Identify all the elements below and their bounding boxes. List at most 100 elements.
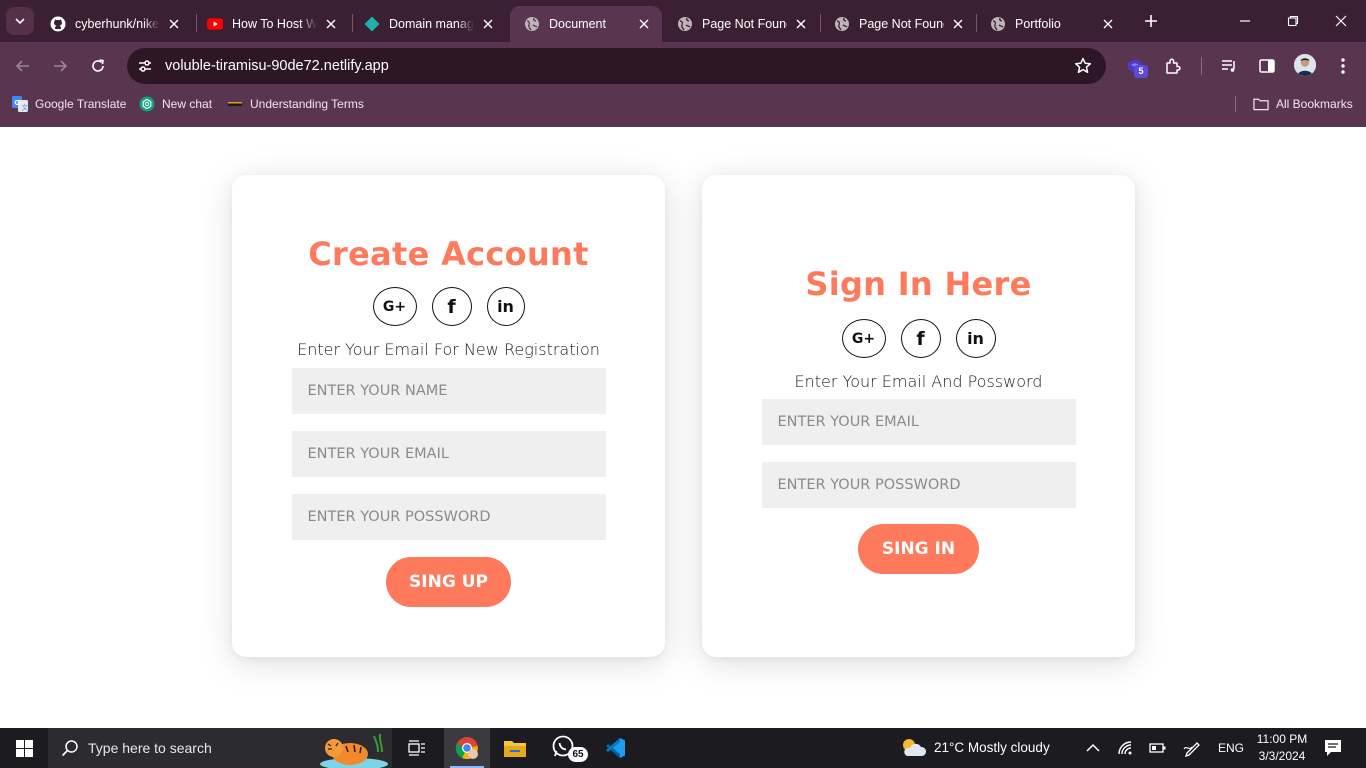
globe-icon <box>524 16 540 32</box>
extension-badge: 5 <box>1134 65 1148 78</box>
google-plus-button[interactable]: G+ <box>372 287 417 326</box>
signin-password-input[interactable] <box>761 462 1076 508</box>
tab-document[interactable]: Document <box>510 6 662 42</box>
language-indicator[interactable]: ENG <box>1218 728 1244 768</box>
search-icon <box>61 740 78 757</box>
browser-toolbar: voluble-tiramisu-90de72.netlify.app <box>0 42 1366 90</box>
close-icon[interactable] <box>480 16 496 32</box>
tab-youtube[interactable]: How To Host We <box>193 6 349 42</box>
facebook-button[interactable]: f <box>431 287 472 326</box>
new-tab-button[interactable] <box>1138 8 1164 34</box>
signup-password-input[interactable] <box>291 494 606 540</box>
weather-icon[interactable] <box>898 728 928 768</box>
taskbar: Type here to search 65 21°C Mostly cloud… <box>0 728 1366 768</box>
linkedin-button[interactable]: in <box>955 319 996 358</box>
netlify-icon <box>364 16 380 32</box>
profile-avatar[interactable] <box>1294 54 1316 76</box>
signin-card: Sign In Here G+ f in Enter Your Email An… <box>702 175 1135 657</box>
folder-icon <box>1253 96 1269 112</box>
signup-social-row: G+ f in <box>232 287 665 326</box>
minimize-button[interactable] <box>1222 6 1268 36</box>
show-hidden-icons-button[interactable] <box>1082 728 1104 768</box>
all-bookmarks-button[interactable]: All Bookmarks <box>1253 90 1353 118</box>
linkedin-button[interactable]: in <box>486 287 525 326</box>
tab-title: Document <box>549 17 606 31</box>
tab-strip: cyberhunk/nike- How To Host We Domain ma… <box>0 0 1366 42</box>
url-text[interactable]: voluble-tiramisu-90de72.netlify.app <box>165 48 389 84</box>
signup-card: Create Account G+ f in Enter Your Email … <box>232 175 665 657</box>
tab-page-not-found-2[interactable]: Page Not Found <box>820 6 976 42</box>
facebook-button[interactable]: f <box>900 319 941 358</box>
extensions-puzzle-icon[interactable] <box>1162 55 1184 77</box>
page-content: Create Account G+ f in Enter Your Email … <box>0 127 1366 728</box>
tab-title: Page Not Found <box>702 17 787 31</box>
close-icon[interactable] <box>793 16 809 32</box>
close-icon[interactable] <box>166 16 182 32</box>
signin-title: Sign In Here <box>805 265 1032 303</box>
restore-button[interactable] <box>1270 6 1316 36</box>
task-view-button[interactable] <box>394 728 440 768</box>
vscode-icon <box>606 738 625 758</box>
tab-search-button[interactable] <box>6 7 34 35</box>
signup-title: Create Account <box>308 235 589 273</box>
tab-title: Portfolio <box>1015 17 1061 31</box>
menu-kebab-icon[interactable] <box>1332 55 1354 77</box>
signup-email-input[interactable] <box>291 431 606 477</box>
tab-title: How To Host We <box>232 17 317 31</box>
bookmark-label: Google Translate <box>35 97 127 111</box>
all-bookmarks-label: All Bookmarks <box>1276 97 1353 111</box>
clock[interactable]: 11:00 PM 3/3/2024 <box>1250 731 1314 765</box>
signin-email-input[interactable] <box>761 399 1076 445</box>
close-window-button[interactable] <box>1318 6 1364 36</box>
google-plus-button[interactable]: G+ <box>841 319 886 358</box>
taskbar-search[interactable]: Type here to search <box>48 728 392 768</box>
tab-portfolio[interactable]: Portfolio <box>976 6 1126 42</box>
tab-page-not-found-1[interactable]: Page Not Found <box>663 6 819 42</box>
reload-button[interactable] <box>84 52 112 80</box>
signin-hint: Enter Your Email And Possword <box>794 372 1043 391</box>
tab-title: Page Not Found <box>859 17 944 31</box>
address-bar[interactable]: voluble-tiramisu-90de72.netlify.app <box>127 48 1106 84</box>
toolbar-divider <box>1201 57 1202 75</box>
svg-text:文: 文 <box>22 103 29 112</box>
bookmark-google-translate[interactable]: G文 Google Translate <box>12 90 126 118</box>
battery-icon[interactable] <box>1146 728 1170 768</box>
plus-icon <box>1145 15 1157 27</box>
start-button[interactable] <box>0 728 48 768</box>
chatgpt-icon <box>139 96 155 112</box>
pen-icon[interactable] <box>1180 728 1206 768</box>
globe-icon <box>834 16 850 32</box>
bookmark-star-icon[interactable] <box>1074 57 1092 75</box>
close-icon[interactable] <box>636 16 652 32</box>
name-input[interactable] <box>291 368 606 414</box>
close-icon[interactable] <box>323 16 339 32</box>
close-icon[interactable] <box>950 16 966 32</box>
file-explorer-button[interactable] <box>492 728 538 768</box>
whatsapp-button[interactable]: 65 <box>542 728 588 768</box>
media-controls-icon[interactable] <box>1218 55 1240 77</box>
weather-text[interactable]: 21°C Mostly cloudy <box>934 728 1050 768</box>
youtube-icon <box>207 16 223 32</box>
tab-title: cyberhunk/nike- <box>75 17 160 31</box>
signin-button[interactable]: SING IN <box>858 524 979 574</box>
tab-github[interactable]: cyberhunk/nike- <box>36 6 192 42</box>
bookmark-understanding-terms[interactable]: Understanding Terms <box>227 90 364 118</box>
back-button[interactable] <box>9 52 37 80</box>
chrome-taskbar-button[interactable] <box>444 728 490 768</box>
bookmark-new-chat[interactable]: New chat <box>139 90 212 118</box>
bookmarks-divider <box>1235 96 1236 112</box>
notifications-button[interactable] <box>1320 728 1346 768</box>
site-info-icon[interactable] <box>136 57 154 75</box>
vscode-button[interactable] <box>592 728 638 768</box>
tiger-illustration-icon <box>320 733 388 768</box>
github-icon <box>50 16 66 32</box>
signup-button[interactable]: SING UP <box>386 557 511 607</box>
tab-netlify[interactable]: Domain manage <box>350 6 506 42</box>
forward-button[interactable] <box>46 52 74 80</box>
close-icon[interactable] <box>1100 16 1116 32</box>
bookmark-icon <box>227 96 243 112</box>
globe-icon <box>990 16 1006 32</box>
network-icon[interactable] <box>1114 728 1138 768</box>
chevron-down-icon <box>15 18 25 25</box>
side-panel-icon[interactable] <box>1256 55 1278 77</box>
